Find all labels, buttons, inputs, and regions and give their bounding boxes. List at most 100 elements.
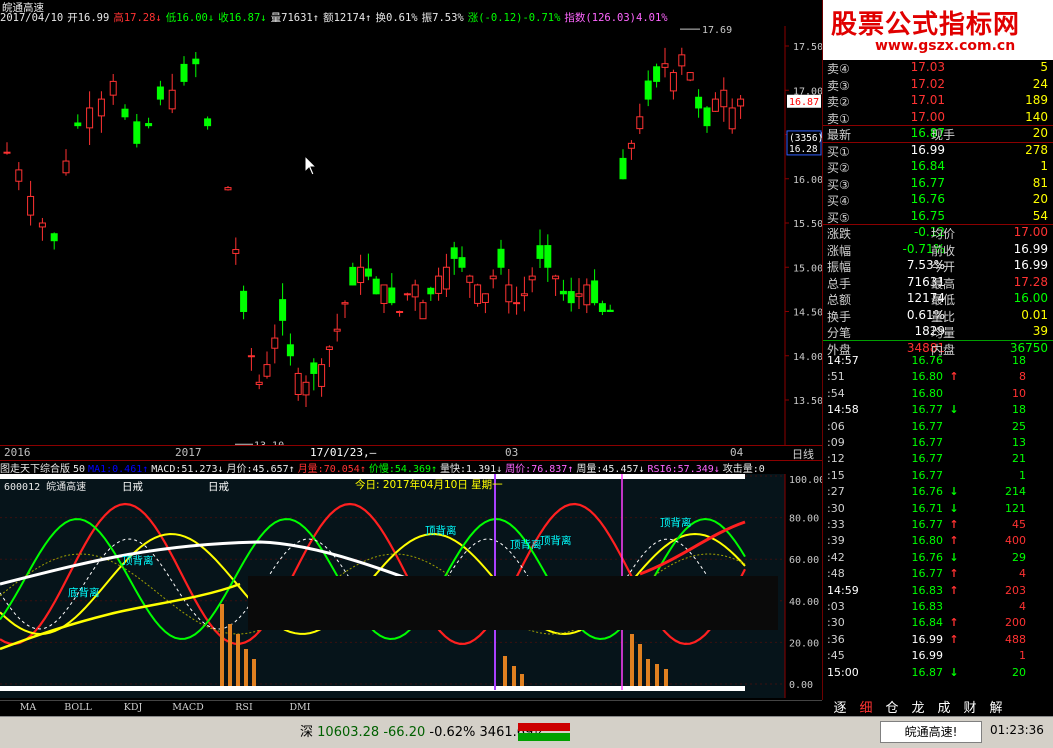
tick-row[interactable]: :39 16.80 ↑ 400: [823, 534, 1053, 550]
candle-body: [552, 275, 560, 280]
tick-row[interactable]: :12 16.77 21: [823, 452, 1053, 468]
tick-row[interactable]: :06 16.77 25: [823, 420, 1053, 436]
candle-body: [720, 89, 728, 108]
tick-row[interactable]: :48 16.77 ↑ 4: [823, 567, 1053, 583]
tab-cheng[interactable]: 成: [931, 697, 957, 716]
tick-row[interactable]: :27 16.76 ↓ 214: [823, 485, 1053, 501]
tab-xi[interactable]: 细: [853, 697, 879, 716]
tick-price: 16.80: [911, 370, 944, 384]
tick-row[interactable]: :45 16.99 1: [823, 649, 1053, 665]
tick-price: 16.87: [911, 665, 944, 679]
tick-qty: 29: [1012, 550, 1026, 564]
candlestick-chart[interactable]: 17.5017.0016.5016.0015.5015.0014.5014.00…: [0, 26, 822, 446]
tick-row[interactable]: 14:58 16.77 ↓ 18: [823, 403, 1053, 419]
tick-marker: [1036, 373, 1050, 383]
obscured-overlay: [248, 576, 778, 630]
tick-qty: 13: [1012, 436, 1026, 449]
tick-time: :09: [827, 436, 845, 449]
candle-body: [536, 245, 544, 259]
tick-row[interactable]: :54 16.80 10: [823, 387, 1053, 403]
tab-dmi[interactable]: DMI: [272, 702, 328, 713]
tab-macd[interactable]: MACD: [160, 702, 216, 713]
tick-arrow-icon: ↑: [949, 534, 959, 548]
tick-time: 14:59: [827, 583, 859, 597]
tick-row[interactable]: :51 16.80 ↑ 8: [823, 370, 1053, 386]
tick-time: :30: [827, 501, 845, 515]
index-value: 10603.28: [317, 725, 380, 740]
row-value-2: 0.01: [1021, 307, 1048, 322]
tick-row[interactable]: :36 16.99 ↑ 488: [823, 633, 1053, 649]
tick-list[interactable]: 14:57 16.76 18:51 16.80 ↑ 8:54 16.80 10 14:58 16.…: [823, 354, 1053, 688]
candle-body: [279, 299, 287, 321]
order-book: 卖④ 17.03 5 卖③ 17.02 24 卖② 17.01 189 卖① 17.00 140 最新 1…: [823, 60, 1053, 357]
indicator-value: 攻击量:0: [722, 464, 765, 474]
info-field: 2017/04/10: [0, 12, 64, 24]
tab-kdj[interactable]: KDJ: [105, 702, 161, 713]
chart-area[interactable]: 皖通高速 2017/04/10 开16.99 高17.28↓ 低16.00↓ 收16.8…: [0, 0, 825, 700]
tick-marker: [1036, 439, 1050, 449]
tab-cai[interactable]: 财: [957, 697, 983, 716]
candle-body: [302, 381, 310, 396]
tick-time: :15: [827, 468, 845, 482]
candle-body: [544, 245, 552, 268]
tick-row[interactable]: :30 16.71 ↓ 121: [823, 502, 1053, 518]
index-quote[interactable]: 深 10603.28 -66.20 -0.62% 3461.69亿: [300, 721, 546, 740]
tick-marker: [1036, 587, 1050, 597]
indicator-value: 月价:45.657↑: [226, 464, 295, 474]
row-value: 16.75: [910, 208, 945, 223]
tab-long[interactable]: 龙: [905, 697, 931, 716]
row-value-2: 16.00: [1013, 291, 1048, 305]
row-label: 总手: [827, 276, 852, 291]
tick-row[interactable]: :33 16.77 ↑ 45: [823, 518, 1053, 534]
tab-cang[interactable]: 仓: [879, 697, 905, 716]
tick-marker: [1036, 406, 1050, 416]
tick-row[interactable]: 14:59 16.83 ↑ 203: [823, 584, 1053, 600]
row-value-2: 189: [1025, 93, 1048, 107]
stat-row: 分笔 1829 均量 39: [823, 324, 1053, 341]
stock-tag[interactable]: 皖通高速!: [880, 721, 982, 743]
indicator-axis-label: 0.00: [789, 680, 813, 691]
indicator-value: 量快:1.391↓: [440, 464, 503, 474]
tick-price: 16.80: [911, 386, 944, 400]
tick-qty: 18: [1012, 354, 1026, 367]
watermark-banner: 股票公式指标网 www.gszx.com.cn: [823, 0, 1053, 60]
updown-bar-red: [518, 723, 570, 731]
volume-bar: [664, 669, 668, 686]
tab-ma[interactable]: MA: [0, 702, 56, 713]
row-label-2: 前收: [931, 243, 956, 258]
candle-body: [591, 280, 599, 304]
tick-arrow-icon: ↑: [949, 567, 959, 581]
row-label-2: 均价: [931, 227, 956, 241]
tick-marker: [1036, 652, 1050, 662]
tick-row[interactable]: :09 16.77 13: [823, 436, 1053, 452]
tick-row[interactable]: :30 16.84 ↑ 200: [823, 616, 1053, 632]
candle-body: [341, 302, 349, 305]
indicator-values-bar: 图走天下综合版 50 MA1:0.461↑ MACD:51.273↓ 月价:45.657…: [0, 460, 822, 474]
tab-rsi[interactable]: RSI: [216, 702, 272, 713]
stat-row: 总手 71631 最高 17.28: [823, 275, 1053, 292]
index-pct: -0.62%: [429, 725, 476, 740]
index-change: -66.20: [383, 725, 426, 740]
tick-qty: 8: [1019, 370, 1026, 384]
time-axis: 2016 2017 17/01/23,— 03 04 日线: [0, 445, 822, 461]
row-label-2: 均量: [931, 326, 956, 340]
tick-qty: 203: [1005, 583, 1026, 597]
tick-row[interactable]: 15:00 16.87 ↓ 20: [823, 666, 1053, 682]
candle-body: [333, 328, 341, 332]
tick-row[interactable]: :42 16.76 ↓ 29: [823, 551, 1053, 567]
tick-time: :30: [827, 616, 845, 630]
indicator-panel[interactable]: 100.00 80.00 60.00 40.00 20.00 0.00 日戒 日戒 今日: 20…: [0, 474, 825, 698]
candle-body: [310, 362, 318, 374]
row-label: 最新: [827, 128, 852, 142]
tick-row[interactable]: 14:57 16.76 18: [823, 354, 1053, 370]
candle-body: [419, 302, 427, 320]
tick-row[interactable]: :03 16.83 4: [823, 600, 1053, 616]
tab-boll[interactable]: BOLL: [50, 702, 106, 713]
tab-zhubi[interactable]: 逐: [827, 697, 853, 716]
candle-body: [240, 290, 248, 313]
candle-body: [372, 278, 380, 295]
tick-time: :54: [827, 386, 845, 400]
row-value-2: 16.99: [1013, 258, 1048, 272]
tab-jie[interactable]: 解: [983, 697, 1009, 716]
tick-row[interactable]: :15 16.77 1: [823, 469, 1053, 485]
